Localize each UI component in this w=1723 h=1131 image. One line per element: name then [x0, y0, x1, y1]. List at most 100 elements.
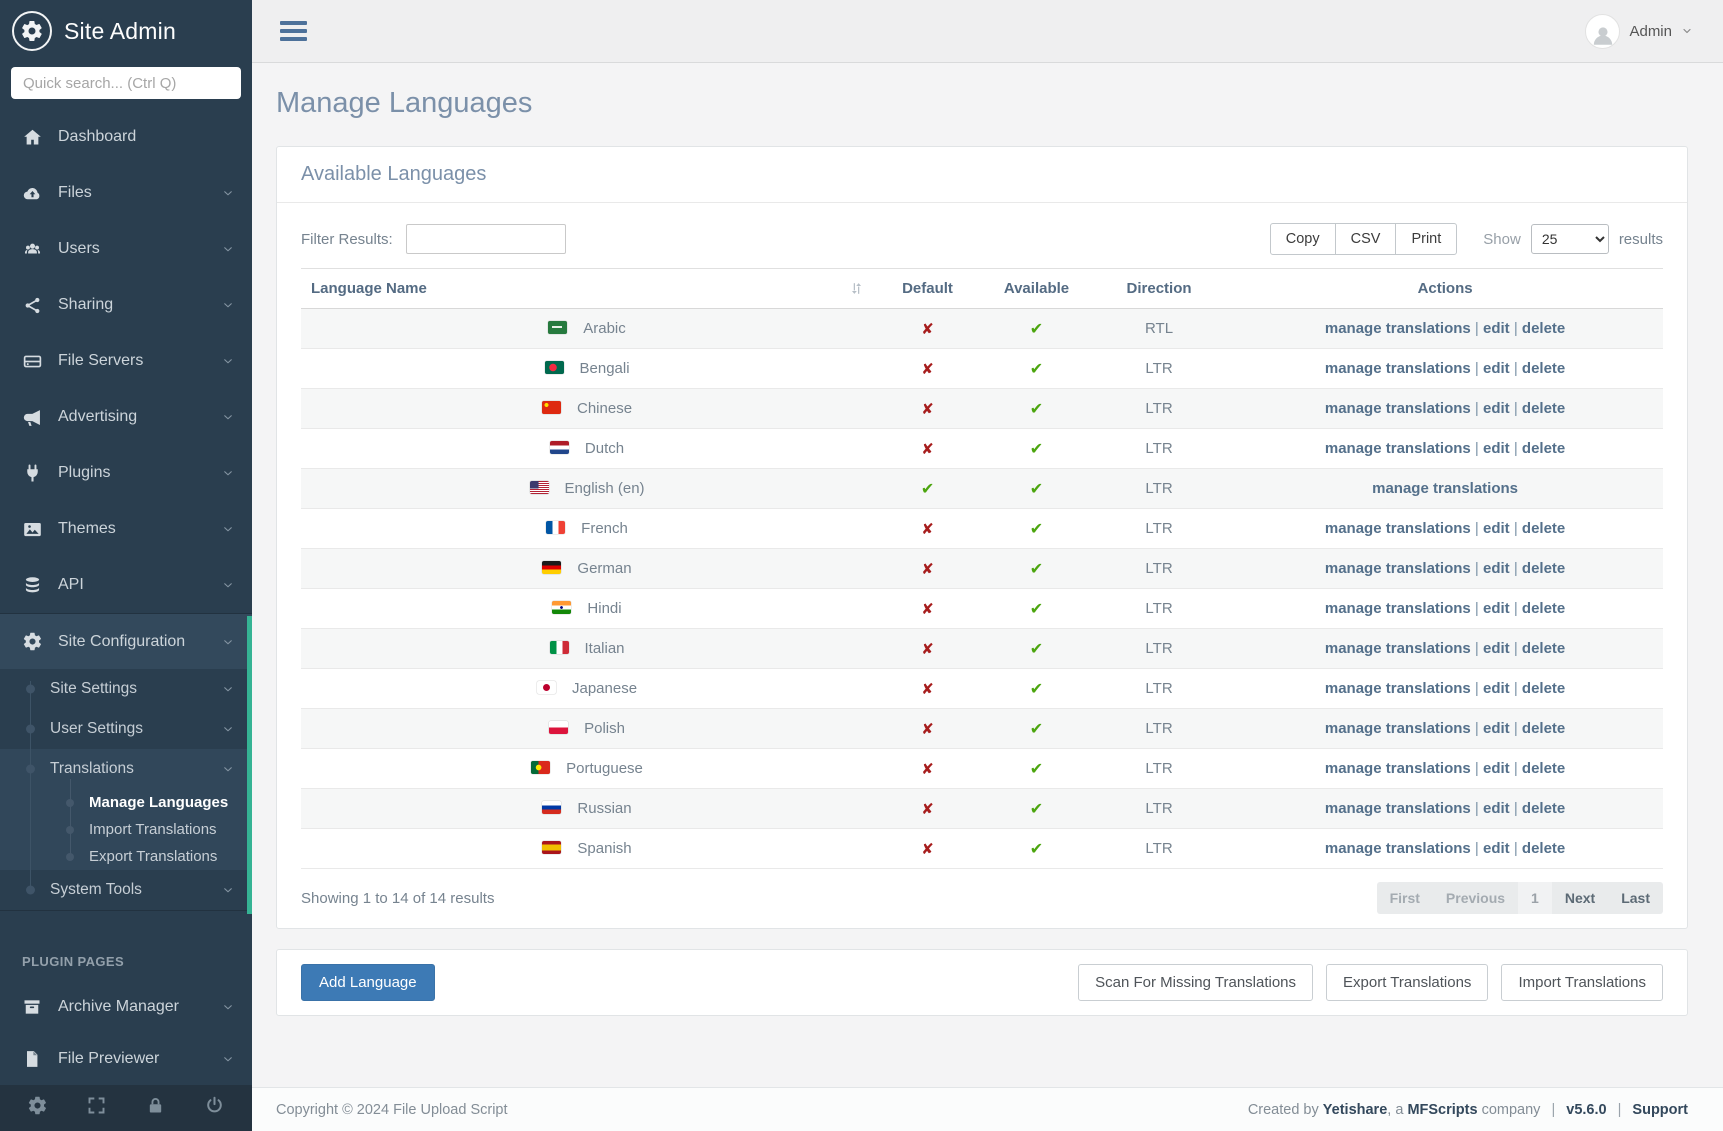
edit-link[interactable]: edit — [1483, 720, 1510, 737]
manage-translations-link[interactable]: manage translations — [1325, 320, 1471, 337]
chevron-down-icon — [222, 884, 234, 896]
pl-flag-icon — [549, 721, 568, 734]
pagination-last[interactable]: Last — [1608, 882, 1663, 914]
delete-link[interactable]: delete — [1522, 400, 1565, 417]
lock-icon-button[interactable] — [145, 1095, 166, 1121]
ru-flag-icon — [542, 801, 561, 814]
sort-icon[interactable] — [848, 280, 865, 297]
edit-link[interactable]: edit — [1483, 760, 1510, 777]
delete-link[interactable]: delete — [1522, 600, 1565, 617]
sidebar-item-system-tools[interactable]: System Tools — [0, 870, 252, 910]
manage-translations-link[interactable]: manage translations — [1325, 840, 1471, 857]
check-icon: ✔ — [1030, 359, 1043, 378]
sidebar-item-file-servers[interactable]: File Servers — [0, 333, 252, 389]
app-logo[interactable]: Site Admin — [0, 0, 252, 62]
megaphone-icon — [22, 407, 43, 428]
add-language-button[interactable]: Add Language — [301, 964, 435, 1001]
manage-translations-link[interactable]: manage translations — [1325, 760, 1471, 777]
show-results-select[interactable]: 25 — [1531, 224, 1609, 254]
edit-link[interactable]: edit — [1483, 640, 1510, 657]
chevron-down-icon — [222, 683, 234, 695]
column-header-available[interactable]: Available — [982, 269, 1091, 309]
manage-translations-link[interactable]: manage translations — [1325, 520, 1471, 537]
gear-icon-button[interactable] — [27, 1095, 48, 1121]
delete-link[interactable]: delete — [1522, 360, 1565, 377]
check-icon: ✔ — [1030, 519, 1043, 538]
sidebar-item-import-translations[interactable]: Import Translations — [0, 816, 252, 843]
edit-link[interactable]: edit — [1483, 680, 1510, 697]
delete-link[interactable]: delete — [1522, 520, 1565, 537]
sidebar-item-themes[interactable]: Themes — [0, 501, 252, 557]
archive-icon — [22, 997, 42, 1017]
edit-link[interactable]: edit — [1483, 320, 1510, 337]
copy-button[interactable]: Copy — [1270, 223, 1336, 255]
manage-translations-link[interactable]: manage translations — [1325, 640, 1471, 657]
sidebar-item-manage-languages[interactable]: Manage Languages — [0, 789, 252, 816]
sidebar-item-export-translations[interactable]: Export Translations — [0, 843, 252, 870]
sidebar-item-files[interactable]: Files — [0, 165, 252, 221]
manage-translations-link[interactable]: manage translations — [1325, 720, 1471, 737]
print-button[interactable]: Print — [1395, 223, 1457, 255]
pagination-next[interactable]: Next — [1552, 882, 1608, 914]
delete-link[interactable]: delete — [1522, 320, 1565, 337]
delete-link[interactable]: delete — [1522, 560, 1565, 577]
delete-link[interactable]: delete — [1522, 440, 1565, 457]
delete-link[interactable]: delete — [1522, 800, 1565, 817]
manage-translations-link[interactable]: manage translations — [1325, 400, 1471, 417]
sidebar-item-file-previewer[interactable]: File Previewer — [0, 1033, 252, 1085]
sidebar-item-site-settings[interactable]: Site Settings — [0, 669, 252, 709]
delete-link[interactable]: delete — [1522, 680, 1565, 697]
table-row-bengali: Bengali✘✔LTRmanage translations | edit |… — [301, 349, 1663, 389]
edit-link[interactable]: edit — [1483, 800, 1510, 817]
manage-translations-link[interactable]: manage translations — [1325, 680, 1471, 697]
expand-icon-button[interactable] — [86, 1095, 107, 1121]
sidebar-item-translations[interactable]: Translations — [0, 749, 252, 789]
column-header-language-name[interactable]: Language Name — [301, 269, 873, 309]
manage-translations-link[interactable]: manage translations — [1325, 800, 1471, 817]
sidebar-item-api[interactable]: API — [0, 557, 252, 613]
edit-link[interactable]: edit — [1483, 560, 1510, 577]
sidebar-item-plugins[interactable]: Plugins — [0, 445, 252, 501]
pagination-first[interactable]: First — [1377, 882, 1433, 914]
sidebar-item-sharing[interactable]: Sharing — [0, 277, 252, 333]
column-header-actions[interactable]: Actions — [1227, 269, 1663, 309]
pagination-previous[interactable]: Previous — [1433, 882, 1518, 914]
delete-link[interactable]: delete — [1522, 640, 1565, 657]
topbar: Admin — [252, 0, 1723, 63]
csv-button[interactable]: CSV — [1335, 223, 1397, 255]
support-link[interactable]: Support — [1632, 1102, 1688, 1118]
edit-link[interactable]: edit — [1483, 360, 1510, 377]
sidebar-item-archive-manager[interactable]: Archive Manager — [0, 981, 252, 1033]
power-icon-button[interactable] — [204, 1095, 225, 1121]
edit-link[interactable]: edit — [1483, 600, 1510, 617]
menu-toggle-button[interactable] — [280, 21, 307, 41]
delete-link[interactable]: delete — [1522, 760, 1565, 777]
edit-link[interactable]: edit — [1483, 440, 1510, 457]
manage-translations-link[interactable]: manage translations — [1325, 360, 1471, 377]
scan-for-missing-translations-button[interactable]: Scan For Missing Translations — [1078, 964, 1313, 1001]
column-header-direction[interactable]: Direction — [1091, 269, 1227, 309]
edit-link[interactable]: edit — [1483, 840, 1510, 857]
sidebar: Site Admin DashboardFilesUsersSharingFil… — [0, 0, 252, 1131]
manage-translations-link[interactable]: manage translations — [1325, 440, 1471, 457]
edit-link[interactable]: edit — [1483, 400, 1510, 417]
pagination-page-1[interactable]: 1 — [1518, 882, 1552, 914]
delete-link[interactable]: delete — [1522, 720, 1565, 737]
edit-link[interactable]: edit — [1483, 520, 1510, 537]
column-header-default[interactable]: Default — [873, 269, 982, 309]
available-languages-panel: Available Languages Filter Results: Copy… — [276, 146, 1688, 929]
manage-translations-link[interactable]: manage translations — [1325, 600, 1471, 617]
manage-translations-link[interactable]: manage translations — [1372, 480, 1518, 497]
delete-link[interactable]: delete — [1522, 840, 1565, 857]
export-translations-button[interactable]: Export Translations — [1326, 964, 1488, 1001]
import-translations-button[interactable]: Import Translations — [1501, 964, 1663, 1001]
manage-translations-link[interactable]: manage translations — [1325, 560, 1471, 577]
filter-results-input[interactable] — [406, 224, 566, 254]
user-menu[interactable]: Admin — [1585, 14, 1693, 49]
sidebar-item-users[interactable]: Users — [0, 221, 252, 277]
quick-search-input[interactable] — [11, 67, 241, 99]
sidebar-item-site-configuration[interactable]: Site Configuration — [0, 613, 252, 669]
sidebar-item-user-settings[interactable]: User Settings — [0, 709, 252, 749]
sidebar-item-advertising[interactable]: Advertising — [0, 389, 252, 445]
sidebar-item-dashboard[interactable]: Dashboard — [0, 109, 252, 165]
